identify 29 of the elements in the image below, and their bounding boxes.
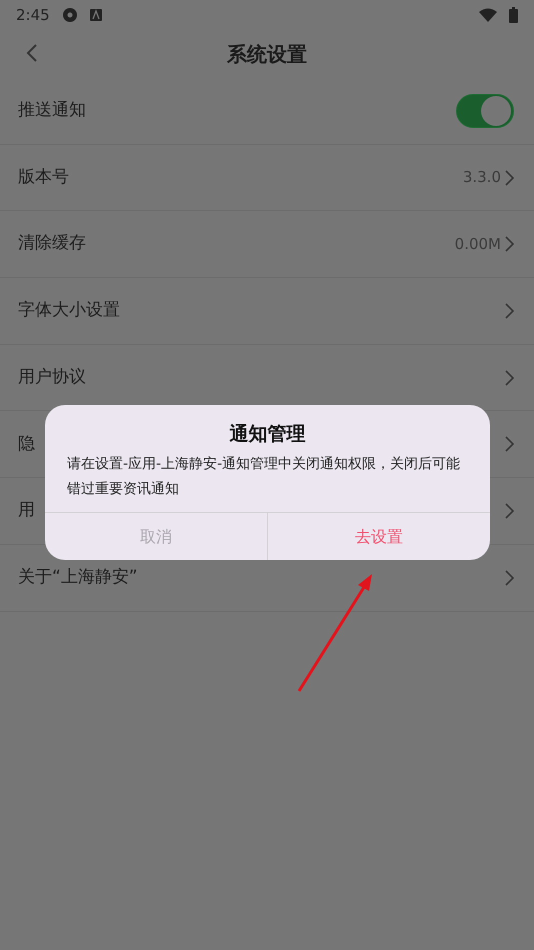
wifi-icon <box>479 8 497 22</box>
chevron-right-icon[interactable] <box>505 170 514 186</box>
dialog-message: 请在设置-应用-上海静安-通知管理中关闭通知权限，关闭后可能错过重要资讯通知 <box>66 455 462 499</box>
setting-label: 字体大小设置 <box>18 299 120 322</box>
setting-label: 关于“上海静安” <box>18 566 138 589</box>
setting-value: 0.00M <box>454 234 501 255</box>
settings-button[interactable]: 去设置 <box>267 513 490 560</box>
chevron-right-icon[interactable] <box>505 436 514 452</box>
back-icon[interactable] <box>26 43 38 63</box>
toggle-switch[interactable] <box>456 94 514 128</box>
setting-label: 隐 <box>18 432 35 456</box>
dialog-title: 通知管理 <box>228 422 306 447</box>
setting-label: 清除缓存 <box>18 232 86 256</box>
setting-value: 3.3.0 <box>462 167 501 188</box>
setting-label: 推送通知 <box>18 99 86 122</box>
app-logo-icon <box>62 7 78 23</box>
battery-icon <box>509 7 518 23</box>
setting-label: 版本号 <box>18 166 69 189</box>
setting-label: 用 <box>18 499 35 522</box>
setting-label: 用户协议 <box>18 366 86 389</box>
cancel-button[interactable]: 取消 <box>45 513 267 560</box>
keyboard-icon <box>90 9 102 21</box>
chevron-right-icon[interactable] <box>505 302 514 319</box>
page-title: 系统设置 <box>227 41 307 68</box>
chevron-right-icon[interactable] <box>505 236 514 252</box>
chevron-right-icon[interactable] <box>505 502 514 519</box>
chevron-right-icon[interactable] <box>505 570 514 586</box>
chevron-right-icon[interactable] <box>505 370 514 386</box>
status-time: 2:45 <box>16 4 50 26</box>
